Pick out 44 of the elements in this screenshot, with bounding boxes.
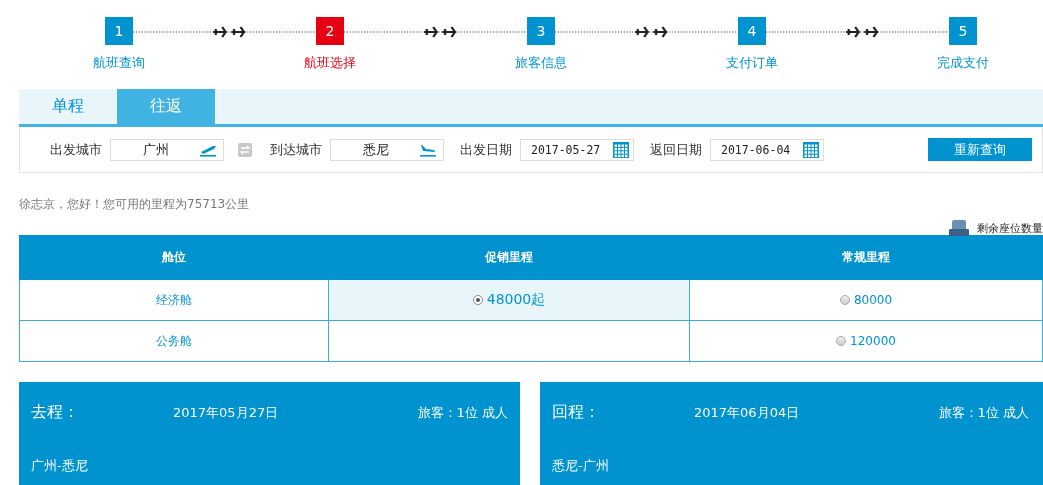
trip-date: 2017年06月04日 <box>694 403 801 422</box>
column-header: 常规里程 <box>689 235 1043 280</box>
step-label: 旅客信息 <box>515 54 567 72</box>
column-header: 促销里程 <box>328 235 690 280</box>
radio-option[interactable]: 80000 <box>839 292 893 307</box>
passenger-count: 旅客：1位 成人 <box>938 403 1029 422</box>
column-header: 舱位 <box>19 235 329 280</box>
trip-route: 悉尼-广州 <box>552 457 610 475</box>
trip-route: 广州-悉尼 <box>31 457 89 475</box>
trip-label: 去程： <box>31 402 80 423</box>
field-label: 返回日期 <box>650 140 702 159</box>
city-field[interactable]: 广州 <box>110 138 224 161</box>
table-cell: 经济舱 <box>19 279 329 321</box>
step-number: 4 <box>738 17 766 45</box>
landing-icon <box>419 142 437 157</box>
step-number: 2 <box>316 17 344 45</box>
swap-icon[interactable] <box>238 142 252 157</box>
step-label: 航班选择 <box>304 54 356 72</box>
calendar-icon <box>803 141 819 158</box>
calendar-icon <box>613 141 629 158</box>
legend-label: 剩余座位数量 <box>977 220 1043 236</box>
field-label: 出发城市 <box>50 140 102 159</box>
trip-type-tab[interactable]: 单程 <box>19 89 117 124</box>
passenger-count: 旅客：1位 成人 <box>417 403 508 422</box>
step-number: 1 <box>105 17 133 45</box>
city-field[interactable]: 悉尼 <box>330 138 444 161</box>
radio-option[interactable]: 120000 <box>836 333 896 348</box>
date-field[interactable]: 2017-06-04 <box>710 138 824 161</box>
field-label: 出发日期 <box>460 140 512 159</box>
seat-icon <box>949 220 969 236</box>
step-label: 支付订单 <box>726 54 778 72</box>
trip-label: 回程： <box>552 402 601 423</box>
trip-date: 2017年05月27日 <box>173 403 280 422</box>
trip-type-tab[interactable]: 往返 <box>117 89 215 124</box>
search-again-button[interactable]: 重新查询 <box>928 138 1032 161</box>
step-number: 5 <box>949 17 977 45</box>
table-cell: 公务舱 <box>19 320 329 362</box>
date-field[interactable]: 2017-05-27 <box>520 138 634 161</box>
radio-option[interactable]: 48000起 <box>472 291 546 309</box>
step-label: 航班查询 <box>93 54 145 72</box>
mileage-greeting: 徐志京，您好！您可用的里程为75713公里 <box>19 196 250 213</box>
step-label: 完成支付 <box>937 54 989 72</box>
step-number: 3 <box>527 17 555 45</box>
field-label: 到达城市 <box>270 140 322 159</box>
